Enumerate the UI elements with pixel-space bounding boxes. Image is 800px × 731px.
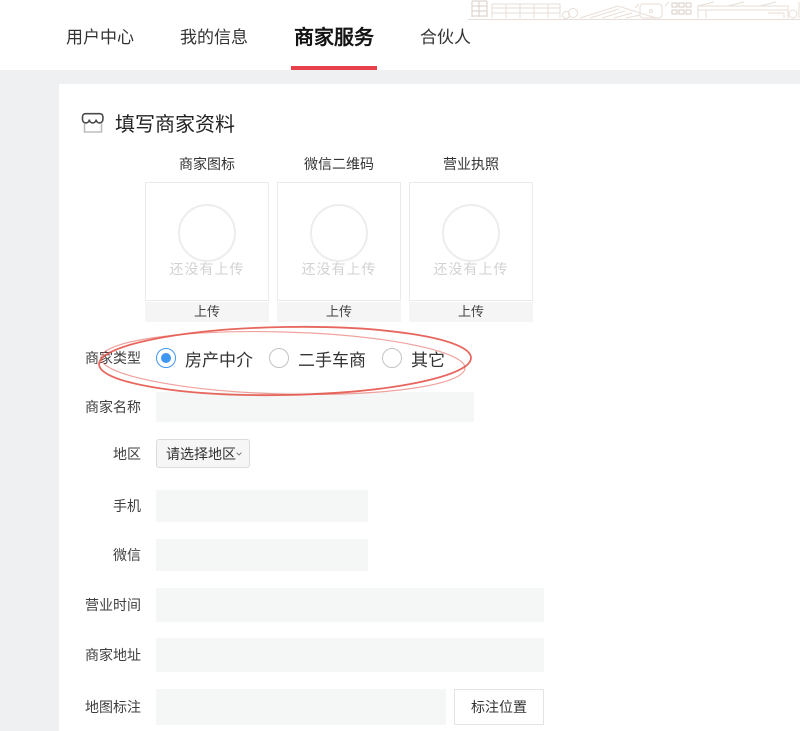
upload-placeholder-text: 还没有上传 — [278, 259, 400, 279]
tab-label: 用户中心 — [66, 23, 134, 48]
upload-section: 商家图标 还没有上传 上传 微信二维码 还没有上传 上传 营业执照 还没有上传 … — [145, 154, 533, 322]
upload-button[interactable]: 上传 — [277, 302, 401, 322]
upload-placeholder-text: 还没有上传 — [410, 259, 532, 279]
region-select[interactable]: 请选择地区 — [156, 439, 250, 468]
upload-button[interactable]: 上传 — [409, 302, 533, 322]
mark-location-button[interactable]: 标注位置 — [454, 689, 544, 725]
radio-option-used-car[interactable]: 二手车商 — [269, 346, 366, 371]
map-mark-row: 地图标注 标注位置 — [83, 689, 544, 725]
merchant-name-input[interactable] — [156, 392, 474, 422]
field-label-address: 商家地址 — [83, 645, 141, 665]
upload-dropzone[interactable]: 还没有上传 — [409, 182, 533, 301]
region-row: 地区 请选择地区 — [83, 439, 250, 468]
phone-input[interactable] — [156, 490, 368, 522]
tab-partner[interactable]: 合伙人 — [419, 0, 472, 70]
upload-label: 营业执照 — [409, 154, 533, 174]
business-hours-row: 营业时间 — [83, 588, 544, 622]
region-select-value: 请选择地区 — [166, 444, 236, 464]
tab-merchant-services[interactable]: 商家服务 — [293, 0, 375, 70]
upload-wechat-qr: 微信二维码 还没有上传 上传 — [277, 154, 401, 322]
field-label-map-mark: 地图标注 — [83, 697, 141, 717]
tab-label: 合伙人 — [420, 23, 471, 48]
upload-button[interactable]: 上传 — [145, 302, 269, 322]
address-row: 商家地址 — [83, 638, 544, 672]
radio-unselected-icon[interactable] — [269, 348, 289, 368]
wechat-row: 微信 — [83, 539, 368, 571]
upload-dropzone[interactable]: 还没有上传 — [145, 182, 269, 301]
upload-label: 商家图标 — [145, 154, 269, 174]
field-label-wechat: 微信 — [83, 545, 141, 565]
radio-label: 房产中介 — [185, 346, 253, 371]
city-skyline-illustration — [468, 0, 800, 20]
upload-placeholder-circle — [178, 204, 236, 262]
upload-placeholder-circle — [310, 204, 368, 262]
upload-placeholder-circle — [442, 204, 500, 262]
field-label-merchant-name: 商家名称 — [83, 397, 141, 417]
upload-label: 微信二维码 — [277, 154, 401, 174]
tab-user-center[interactable]: 用户中心 — [65, 0, 135, 70]
tab-label: 我的信息 — [180, 23, 248, 48]
radio-unselected-icon[interactable] — [382, 348, 402, 368]
business-hours-input[interactable] — [156, 588, 544, 622]
phone-row: 手机 — [83, 490, 368, 522]
radio-option-real-estate[interactable]: 房产中介 — [156, 346, 253, 371]
upload-merchant-icon: 商家图标 还没有上传 上传 — [145, 154, 269, 322]
tab-label: 商家服务 — [294, 21, 374, 50]
map-mark-input[interactable] — [156, 689, 446, 725]
storefront-icon — [80, 110, 106, 136]
field-label-business-hours: 营业时间 — [83, 595, 141, 615]
upload-placeholder-text: 还没有上传 — [146, 259, 268, 279]
radio-label: 其它 — [411, 346, 445, 371]
active-tab-underline — [291, 66, 377, 70]
chevron-down-icon — [236, 451, 242, 457]
tab-list: 用户中心 我的信息 商家服务 合伙人 — [65, 0, 472, 70]
field-label-merchant-type: 商家类型 — [83, 348, 141, 368]
merchant-type-row: 商家类型 房产中介 二手车商 其它 — [83, 343, 461, 373]
radio-label: 二手车商 — [298, 346, 366, 371]
merchant-form-card: 填写商家资料 商家图标 还没有上传 上传 微信二维码 还没有上传 上传 营业执照… — [59, 84, 800, 731]
radio-selected-icon[interactable] — [156, 348, 176, 368]
upload-dropzone[interactable]: 还没有上传 — [277, 182, 401, 301]
page-title: 填写商家资料 — [115, 108, 235, 137]
field-label-phone: 手机 — [83, 496, 141, 516]
page-title-row: 填写商家资料 — [80, 108, 235, 137]
tab-my-info[interactable]: 我的信息 — [179, 0, 249, 70]
upload-business-license: 营业执照 还没有上传 上传 — [409, 154, 533, 322]
header-tabbar: 用户中心 我的信息 商家服务 合伙人 — [0, 0, 800, 70]
merchant-name-row: 商家名称 — [83, 392, 474, 422]
wechat-input[interactable] — [156, 539, 368, 571]
radio-option-other[interactable]: 其它 — [382, 346, 445, 371]
address-input[interactable] — [156, 638, 544, 672]
field-label-region: 地区 — [83, 444, 141, 464]
